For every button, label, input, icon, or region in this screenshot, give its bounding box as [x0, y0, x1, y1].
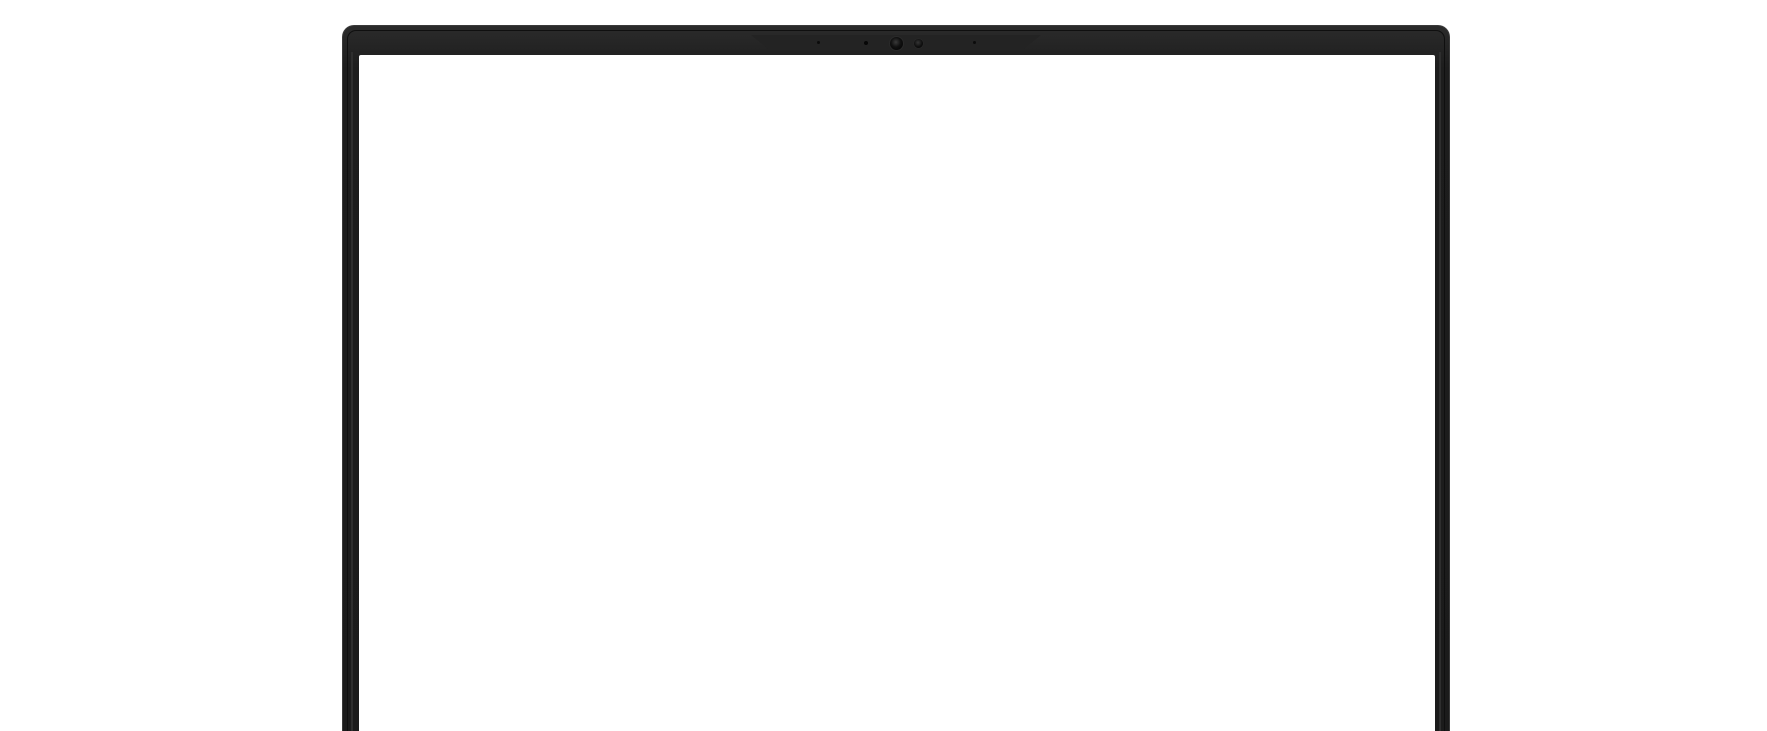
- ambient-light-sensor: [817, 41, 820, 44]
- webcam-icon: [889, 36, 904, 51]
- status-led: [864, 41, 868, 45]
- laptop-screen[interactable]: [359, 55, 1435, 731]
- microphone-dot: [973, 41, 976, 44]
- page-background: [0, 0, 1767, 731]
- ir-sensor-icon: [913, 38, 924, 49]
- bezel-left-edge: [351, 52, 353, 731]
- bezel-right-edge: [1439, 52, 1441, 731]
- laptop-frame: [342, 25, 1450, 731]
